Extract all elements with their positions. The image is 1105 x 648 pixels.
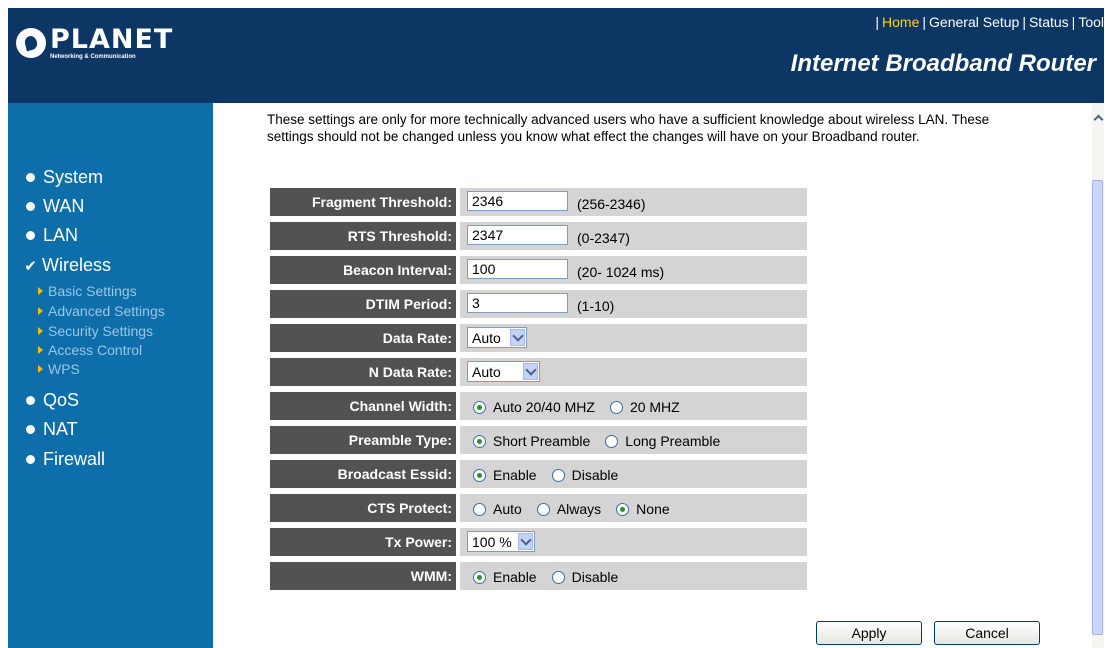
rts-threshold-input[interactable]: 2347 [467, 225, 568, 245]
wmm-label: WMM: [270, 562, 456, 590]
row-rts-threshold: RTS Threshold: 2347 (0-2347) [270, 222, 807, 250]
planet-logo: PLANET Networking & Communication [16, 23, 174, 60]
cts-protect-auto-radio[interactable]: Auto [473, 501, 522, 517]
broadcast-essid-disable-radio[interactable]: Disable [551, 467, 618, 483]
broadcast-essid-label: Broadcast Essid: [270, 460, 456, 488]
sidebar-subitem-advanced-settings[interactable]: Advanced Settings [38, 303, 165, 319]
rts-threshold-label: RTS Threshold: [270, 222, 456, 250]
row-data-rate: Data Rate: Auto [270, 324, 807, 352]
dtim-period-range: (1-10) [577, 298, 615, 314]
sidebar-subitem-access-control[interactable]: Access Control [38, 342, 142, 358]
wmm-enable-radio[interactable]: Enable [473, 569, 537, 585]
logo-wordmark: PLANET [50, 23, 174, 55]
row-tx-power: Tx Power: 100 % [270, 528, 807, 556]
channel-width-auto-radio[interactable]: Auto 20/40 MHZ [473, 399, 595, 415]
fragment-threshold-label: Fragment Threshold: [270, 188, 456, 216]
row-fragment-threshold: Fragment Threshold: 2346 (256-2346) [270, 188, 807, 216]
main-content: These settings are only for more technic… [213, 103, 1104, 648]
top-navigation: | Home | General Setup | Status | Tool [875, 14, 1104, 30]
apply-button[interactable]: Apply [816, 621, 922, 645]
rts-threshold-range: (0-2347) [577, 230, 630, 246]
sidebar-item-wireless[interactable]: ✔ Wireless [24, 255, 111, 276]
sidebar-item-lan[interactable]: LAN [26, 225, 78, 246]
beacon-interval-label: Beacon Interval: [270, 256, 456, 284]
beacon-interval-range: (20- 1024 ms) [577, 264, 665, 280]
checkmark-icon: ✔ [24, 257, 37, 275]
cts-protect-label: CTS Protect: [270, 494, 456, 522]
planet-logo-icon [16, 28, 46, 58]
sidebar: System WAN LAN ✔ Wireless Basic Settings … [8, 103, 213, 648]
page-description: These settings are only for more technic… [267, 112, 990, 144]
nav-status[interactable]: Status [1029, 14, 1069, 30]
n-data-rate-select[interactable]: Auto [467, 361, 540, 382]
channel-width-label: Channel Width: [270, 392, 456, 420]
fragment-threshold-input[interactable]: 2346 [467, 191, 568, 211]
row-dtim-period: DTIM Period: 3 (1-10) [270, 290, 807, 318]
bullet-icon [26, 231, 35, 240]
dtim-period-input[interactable]: 3 [467, 293, 568, 313]
chevron-down-icon [518, 533, 533, 550]
sidebar-item-nat[interactable]: NAT [26, 419, 78, 440]
sidebar-item-qos[interactable]: QoS [26, 390, 79, 411]
row-beacon-interval: Beacon Interval: 100 (20- 1024 ms) [270, 256, 807, 284]
preamble-long-radio[interactable]: Long Preamble [605, 433, 720, 449]
scrollbar-thumb[interactable] [1092, 180, 1103, 635]
cts-protect-none-radio[interactable]: None [616, 501, 670, 517]
broadcast-essid-enable-radio[interactable]: Enable [473, 467, 537, 483]
logo-tagline: Networking & Communication [50, 53, 136, 60]
row-broadcast-essid: Broadcast Essid: Enable Disable [270, 460, 807, 488]
data-rate-label: Data Rate: [270, 324, 456, 352]
data-rate-select[interactable]: Auto [467, 327, 527, 348]
bullet-icon [26, 202, 35, 211]
header: PLANET Networking & Communication | Home |… [8, 8, 1104, 103]
arrow-right-icon [38, 307, 43, 315]
sidebar-subitem-basic-settings[interactable]: Basic Settings [38, 283, 137, 299]
sidebar-item-system[interactable]: System [26, 167, 103, 188]
sidebar-item-firewall[interactable]: Firewall [26, 449, 105, 470]
row-preamble-type: Preamble Type: Short Preamble Long Pream… [270, 426, 807, 454]
chevron-down-icon [510, 329, 525, 346]
product-title: Internet Broadband Router [790, 50, 1096, 77]
bullet-icon [26, 173, 35, 182]
cancel-button[interactable]: Cancel [934, 621, 1040, 645]
wmm-disable-radio[interactable]: Disable [551, 569, 618, 585]
sidebar-item-wan[interactable]: WAN [26, 196, 84, 217]
chevron-down-icon [523, 363, 538, 380]
cts-protect-always-radio[interactable]: Always [536, 501, 601, 517]
row-wmm: WMM: Enable Disable [270, 562, 807, 590]
channel-width-20mhz-radio[interactable]: 20 MHZ [609, 399, 680, 415]
sidebar-subitem-wps[interactable]: WPS [38, 361, 80, 377]
fragment-threshold-range: (256-2346) [577, 196, 646, 212]
arrow-right-icon [38, 327, 43, 335]
n-data-rate-label: N Data Rate: [270, 358, 456, 386]
router-admin-page: PLANET Networking & Communication | Home |… [8, 8, 1104, 648]
bullet-icon [26, 425, 35, 434]
vertical-scrollbar[interactable] [1092, 103, 1104, 648]
nav-tools[interactable]: Tool [1078, 14, 1104, 30]
arrow-right-icon [38, 287, 43, 295]
preamble-short-radio[interactable]: Short Preamble [473, 433, 590, 449]
bullet-icon [26, 396, 35, 405]
bullet-icon [26, 455, 35, 464]
arrow-right-icon [38, 365, 43, 373]
row-channel-width: Channel Width: Auto 20/40 MHZ 20 MHZ [270, 392, 807, 420]
beacon-interval-input[interactable]: 100 [467, 259, 568, 279]
tx-power-select[interactable]: 100 % [467, 531, 535, 552]
scroll-up-icon[interactable] [1093, 112, 1103, 124]
row-cts-protect: CTS Protect: Auto Always None [270, 494, 807, 522]
dtim-period-label: DTIM Period: [270, 290, 456, 318]
sidebar-subitem-security-settings[interactable]: Security Settings [38, 323, 153, 339]
preamble-type-label: Preamble Type: [270, 426, 456, 454]
tx-power-label: Tx Power: [270, 528, 456, 556]
nav-general-setup[interactable]: General Setup [929, 14, 1019, 30]
arrow-right-icon [38, 346, 43, 354]
row-n-data-rate: N Data Rate: Auto [270, 358, 807, 386]
nav-home[interactable]: Home [882, 14, 919, 30]
